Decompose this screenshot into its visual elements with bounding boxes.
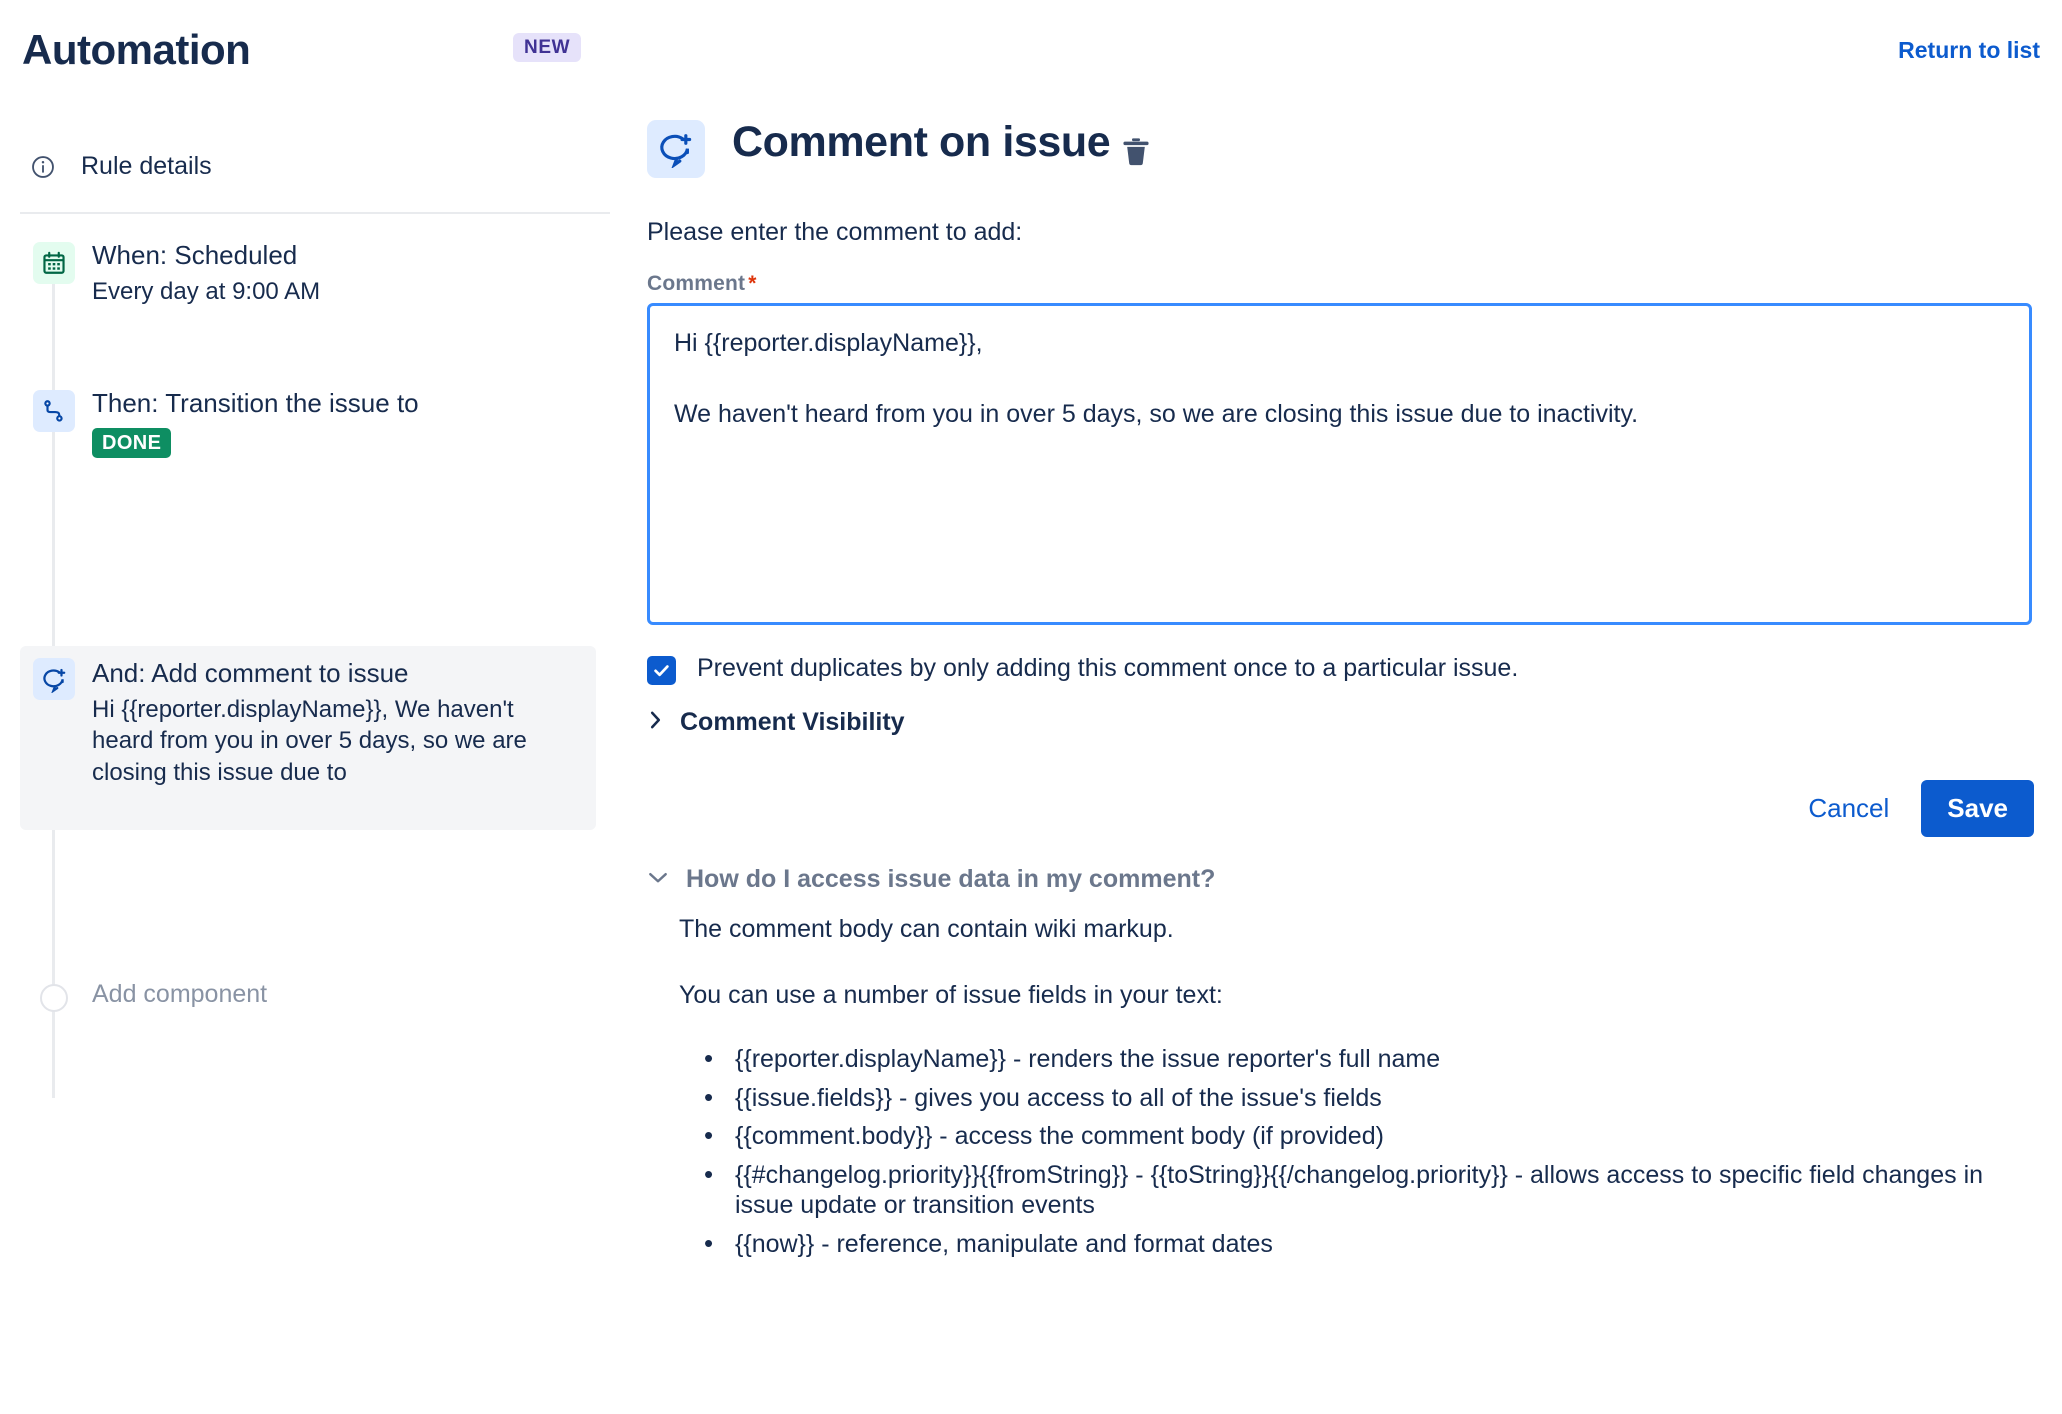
comment-visibility-label: Comment Visibility: [680, 708, 905, 736]
page-title: Automation: [22, 26, 251, 73]
prevent-duplicates-label: Prevent duplicates by only adding this c…: [697, 654, 1519, 682]
detail-header: Comment on issue: [620, 100, 2062, 180]
form-actions: Cancel Save: [1794, 780, 2034, 837]
add-comment-icon: [647, 120, 705, 178]
info-icon: [30, 154, 56, 180]
new-badge: NEW: [513, 33, 582, 62]
automation-rule-editor: Automation NEW Return to list Rule detai…: [0, 0, 2062, 1414]
calendar-icon: [33, 242, 75, 284]
sidebar-divider: [20, 212, 610, 214]
add-component-button[interactable]: Add component: [0, 976, 500, 1020]
list-item: {{#changelog.priority}}{{fromString}} - …: [679, 1159, 2039, 1221]
help-paragraph-2: You can use a number of issue fields in …: [679, 980, 1223, 1009]
add-comment-icon: [33, 658, 75, 700]
help-field-list: {{reporter.displayName}} - renders the i…: [679, 1043, 2039, 1260]
comment-input[interactable]: [647, 303, 2032, 625]
sidebar-node-subtitle: Every day at 9:00 AM: [92, 277, 321, 305]
comment-label-text: Comment: [647, 272, 746, 295]
rule-details-label: Rule details: [81, 152, 212, 180]
list-item: {{reporter.displayName}} - renders the i…: [679, 1043, 2039, 1075]
top-bar: Automation NEW Return to list: [0, 0, 2062, 100]
sidebar-node-and-body: And: Add comment to issue Hi {{reporter.…: [92, 658, 572, 789]
save-button[interactable]: Save: [1921, 780, 2034, 837]
comment-field-label: Comment *: [647, 272, 757, 296]
help-paragraph-1: The comment body can contain wiki markup…: [679, 915, 1174, 943]
instruction-text: Please enter the comment to add:: [647, 218, 1023, 246]
sidebar-node-then-body: Then: Transition the issue to DONE: [92, 388, 572, 458]
rule-component-sidebar: Rule details When: Scheduled Every day a…: [0, 100, 620, 1414]
list-item: {{comment.body}} - access the comment bo…: [679, 1120, 2039, 1152]
list-item: {{now}} - reference, manipulate and form…: [679, 1228, 2039, 1260]
sidebar-node-subtitle: Hi {{reporter.displayName}}, We haven't …: [92, 695, 527, 787]
prevent-duplicates-checkbox[interactable]: Prevent duplicates by only adding this c…: [647, 653, 1518, 685]
sidebar-node-title: When: Scheduled: [92, 240, 298, 270]
component-detail-panel: Comment on issue Please enter the commen…: [620, 100, 2062, 1259]
status-badge-done: DONE: [92, 427, 172, 458]
sidebar-node-title: Then: Transition the issue to: [92, 388, 419, 418]
checkbox-checked-icon: [647, 656, 676, 685]
plus-circle-icon: [40, 984, 68, 1012]
detail-title: Comment on issue: [732, 118, 1111, 166]
help-toggle[interactable]: How do I access issue data in my comment…: [647, 865, 1215, 894]
trash-icon[interactable]: [1115, 128, 1157, 176]
sidebar-node-when-body: When: Scheduled Every day at 9:00 AM: [92, 240, 572, 307]
help-title: How do I access issue data in my comment…: [686, 865, 1216, 893]
add-component-label: Add component: [92, 980, 268, 1008]
transition-icon: [33, 390, 75, 432]
return-to-list-link[interactable]: Return to list: [1898, 37, 2040, 64]
cancel-button[interactable]: Cancel: [1794, 783, 1903, 834]
sidebar-item-rule-details[interactable]: Rule details: [30, 152, 212, 181]
chevron-right-icon: [647, 709, 664, 736]
help-body: The comment body can contain wiki markup…: [679, 913, 2039, 1267]
comment-visibility-toggle[interactable]: Comment Visibility: [647, 708, 905, 737]
required-marker: *: [748, 272, 757, 295]
list-item: {{issue.fields}} - gives you access to a…: [679, 1082, 2039, 1114]
sidebar-node-title: And: Add comment to issue: [92, 658, 409, 688]
chevron-down-icon: [647, 869, 669, 891]
